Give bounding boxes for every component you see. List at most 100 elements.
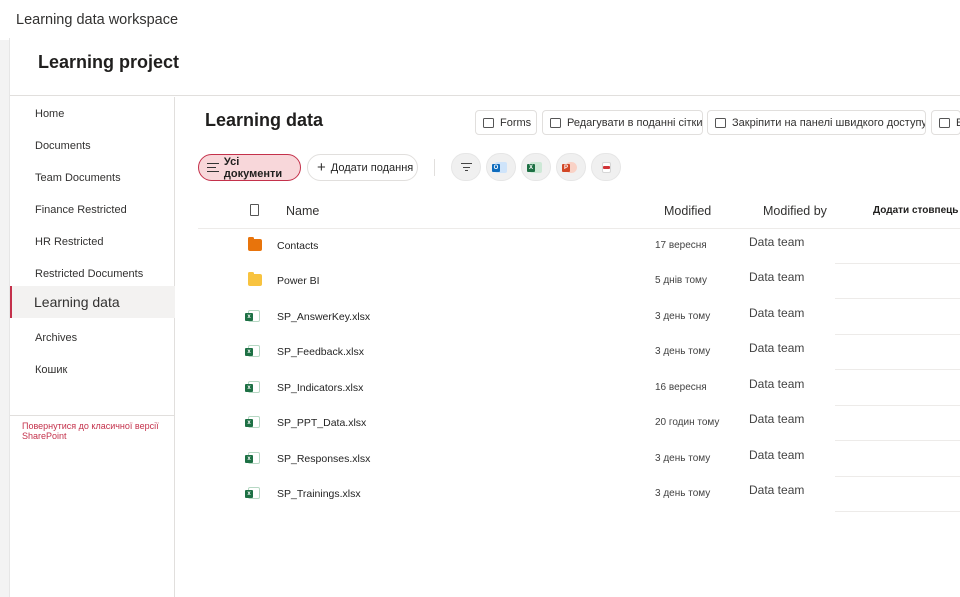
open-outlook-button[interactable]: O	[486, 153, 516, 181]
toolbar-separator	[434, 159, 435, 176]
add-view-label: Додати подання	[330, 161, 414, 174]
powerpoint-icon: P	[562, 161, 577, 173]
excel-file-icon	[245, 345, 260, 357]
view-selector-all-documents[interactable]: Усі документи	[198, 154, 301, 181]
modified-date: 16 вересня	[655, 382, 707, 393]
grid-icon	[550, 117, 561, 128]
filter-icon	[460, 163, 472, 171]
list-view-icon	[207, 163, 219, 172]
nav-item-label: HR Restricted	[35, 236, 104, 248]
outlook-icon: O	[492, 161, 507, 173]
nav-item-label: Documents	[35, 140, 91, 152]
plus-icon: +	[317, 158, 326, 176]
workspace-bar: Learning data workspace	[0, 0, 960, 40]
table-row[interactable]: SP_Trainings.xlsx 3 день тому Data team	[198, 477, 960, 512]
table-row[interactable]: Power BI 5 днів тому Data team	[198, 264, 960, 299]
modified-by[interactable]: Data team	[749, 270, 804, 284]
pin-quick-access-button[interactable]: Закріпити на панелі швидкого доступу	[707, 110, 926, 135]
more-command-label: Ei	[956, 117, 960, 129]
edit-grid-view-label: Редагувати в поданні сітки	[567, 116, 703, 129]
nav-item-documents[interactable]: Documents	[10, 130, 175, 162]
open-excel-button[interactable]: X	[521, 153, 551, 181]
add-view-button[interactable]: + Додати подання	[307, 154, 418, 181]
row-divider	[835, 440, 960, 441]
more-command-button[interactable]: Ei	[931, 110, 960, 135]
folder-icon	[248, 237, 262, 251]
file-type-icon[interactable]	[250, 204, 259, 216]
modified-date: 3 день тому	[655, 488, 711, 499]
column-header-modified[interactable]: Modified	[664, 204, 711, 218]
nav-item-recycle-bin[interactable]: Кошик	[10, 354, 175, 386]
file-name-link[interactable]: SP_AnswerKey.xlsx	[277, 311, 370, 323]
nav-item-home[interactable]: Home	[10, 98, 175, 130]
export-icon	[939, 117, 950, 128]
modified-by[interactable]: Data team	[749, 306, 804, 320]
table-row[interactable]: SP_PPT_Data.xlsx 20 годин тому Data team	[198, 406, 960, 441]
forms-icon	[483, 117, 494, 128]
classic-experience-link[interactable]: Повернутися до класичної версії SharePoi…	[22, 421, 172, 441]
left-nav: Home Documents Team Documents Finance Re…	[10, 97, 175, 597]
modified-by[interactable]: Data team	[749, 377, 804, 391]
library-title: Learning data	[205, 110, 324, 130]
open-powerpoint-button[interactable]: P	[556, 153, 586, 181]
site-card: Learning project Home Documents Team Doc…	[9, 38, 960, 597]
forms-button-label: Forms	[500, 116, 532, 129]
row-divider	[835, 369, 960, 370]
nav-item-label: Team Documents	[35, 172, 121, 184]
nav-item-label: Learning data	[34, 294, 120, 310]
file-name-link[interactable]: SP_Responses.xlsx	[277, 453, 370, 465]
file-name-link[interactable]: SP_Feedback.xlsx	[277, 346, 364, 358]
table-row[interactable]: SP_Indicators.xlsx 16 вересня Data team	[198, 371, 960, 406]
column-header-name[interactable]: Name	[286, 204, 319, 218]
site-header: Learning project	[10, 38, 960, 96]
pin-image-icon	[715, 117, 726, 128]
open-pdf-button[interactable]	[591, 153, 621, 181]
site-title[interactable]: Learning project	[38, 52, 179, 73]
nav-item-label: Finance Restricted	[35, 204, 127, 216]
table-row[interactable]: SP_AnswerKey.xlsx 3 день тому Data team	[198, 300, 960, 335]
modified-date: 17 вересня	[655, 240, 707, 251]
add-column-button[interactable]: Додати стовпець	[873, 205, 958, 216]
modified-by[interactable]: Data team	[749, 412, 804, 426]
library-main: Learning data Forms Редагувати в поданні…	[176, 97, 960, 597]
excel-file-icon	[245, 452, 260, 464]
excel-file-icon	[245, 416, 260, 428]
file-name-link[interactable]: Power BI	[277, 275, 320, 287]
column-header-modified-by[interactable]: Modified by	[763, 204, 827, 218]
pin-quick-access-label: Закріпити на панелі швидкого доступу	[732, 116, 926, 129]
filter-button[interactable]	[451, 153, 481, 181]
file-name-link[interactable]: SP_Trainings.xlsx	[277, 488, 361, 500]
nav-item-label: Archives	[35, 332, 78, 344]
nav-item-hr-restricted[interactable]: HR Restricted	[10, 226, 175, 258]
nav-item-label: Restricted Documents	[35, 268, 144, 280]
table-row[interactable]: SP_Feedback.xlsx 3 день тому Data team	[198, 335, 960, 370]
nav-item-learning-data[interactable]: Learning data	[10, 286, 175, 318]
row-divider	[835, 511, 960, 512]
nav-item-label: Home	[35, 108, 65, 120]
nav-item-team-documents[interactable]: Team Documents	[10, 162, 175, 194]
modified-by[interactable]: Data team	[749, 235, 804, 249]
modified-by[interactable]: Data team	[749, 448, 804, 462]
modified-date: 3 день тому	[655, 311, 711, 322]
nav-item-label: Кошик	[35, 364, 68, 376]
modified-date: 3 день тому	[655, 453, 711, 464]
file-name-link[interactable]: SP_Indicators.xlsx	[277, 382, 363, 394]
forms-button[interactable]: Forms	[475, 110, 537, 135]
modified-date: 5 днів тому	[655, 275, 708, 286]
edit-grid-view-button[interactable]: Редагувати в поданні сітки	[542, 110, 703, 135]
modified-date: 20 годин тому	[655, 417, 720, 428]
file-name-link[interactable]: SP_PPT_Data.xlsx	[277, 417, 366, 429]
nav-item-finance-restricted[interactable]: Finance Restricted	[10, 194, 175, 226]
table-row[interactable]: SP_Responses.xlsx 3 день тому Data team	[198, 442, 960, 477]
folder-icon	[248, 272, 262, 286]
table-row[interactable]: Contacts 17 вересня Data team	[198, 229, 960, 264]
pdf-icon	[601, 161, 611, 173]
nav-item-archives[interactable]: Archives	[10, 322, 175, 354]
list-header: Name Modified Modified by Додати стовпец…	[198, 193, 960, 229]
excel-file-icon	[245, 310, 260, 322]
modified-by[interactable]: Data team	[749, 341, 804, 355]
row-divider	[835, 298, 960, 299]
file-name-link[interactable]: Contacts	[277, 240, 318, 252]
excel-file-icon	[245, 487, 260, 499]
modified-by[interactable]: Data team	[749, 483, 804, 497]
